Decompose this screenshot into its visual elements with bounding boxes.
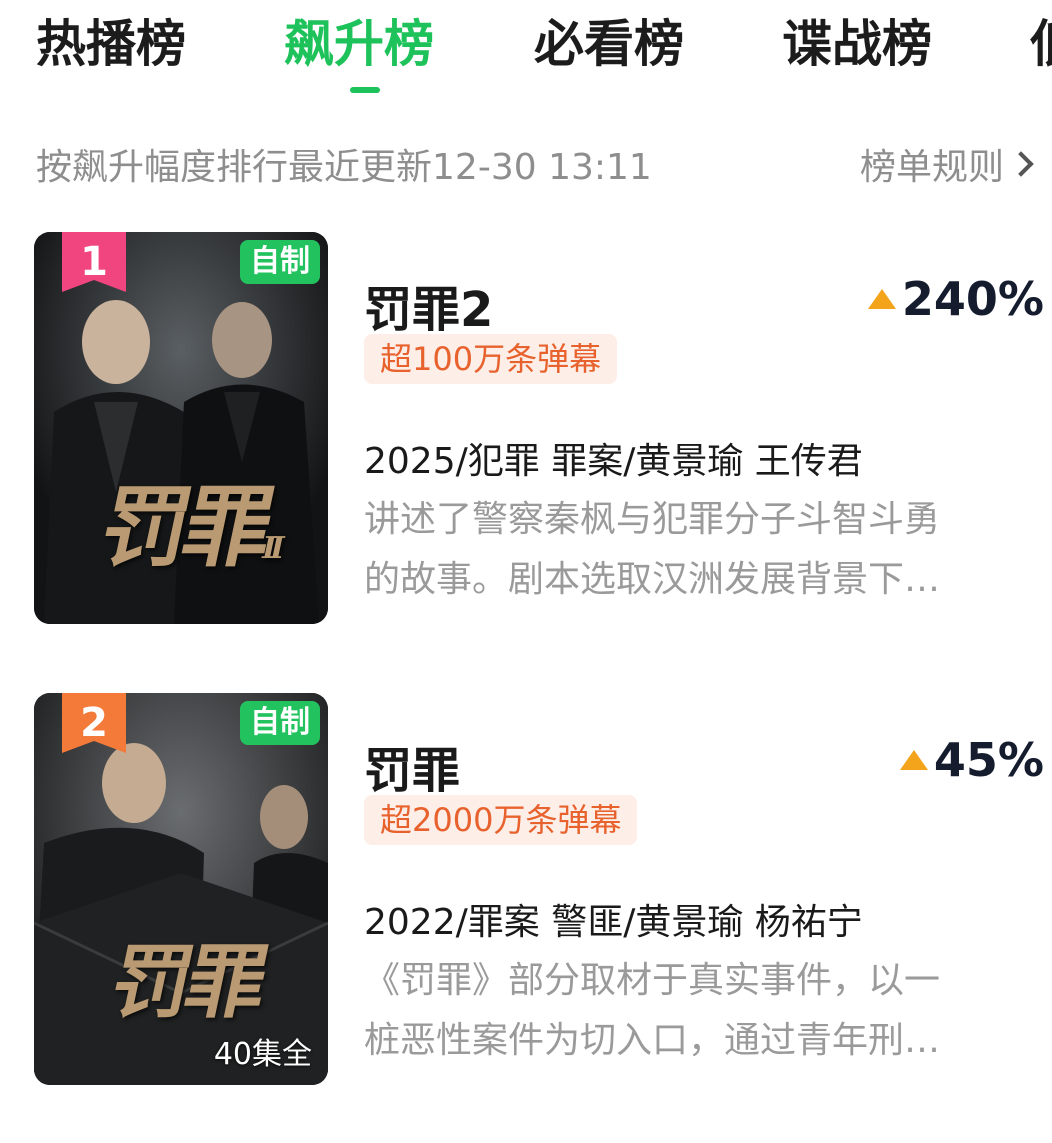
tab-hot[interactable]: 热播榜 <box>36 12 186 76</box>
description-line: 桩恶性案件为切入口，通过青年刑… <box>364 1020 941 1061</box>
rules-link[interactable]: 榜单规则 <box>859 138 1034 190</box>
item-title[interactable]: 罚罪 <box>364 731 460 801</box>
danmaku-badge: 超100万条弹幕 <box>364 334 618 384</box>
sort-info: 按飙升幅度排行最近更新12-30 13:11 <box>36 138 652 190</box>
rules-link-label: 榜单规则 <box>859 147 1004 188</box>
self-produced-badge: 自制 <box>240 240 320 284</box>
tab-spy[interactable]: 谍战榜 <box>782 12 932 76</box>
poster-logo: 罚罪 <box>102 935 271 1029</box>
updated-label: 最近更新12-30 13:11 <box>288 147 652 188</box>
sort-label: 按飙升幅度排行 <box>36 147 289 188</box>
episode-count: 40集全 <box>213 1037 312 1072</box>
description-line: 《罚罪》部分取材于真实事件，以一 <box>364 960 941 1001</box>
triangle-up-icon <box>867 289 896 309</box>
rise-value: 240% <box>901 272 1044 326</box>
list-item[interactable]: 罚罪 2 自制 40集全 罚罪 45% 超2000万条弹幕 2022/罪案 警匪… <box>0 693 1052 1093</box>
description-line: 讲述了警察秦枫与犯罪分子斗智斗勇 <box>364 499 941 540</box>
list-item[interactable]: 罚罪II 1 自制 罚罪2 240% 超100万条弹幕 2025/犯罪 罪案/黄… <box>0 232 1052 632</box>
tab-partial[interactable]: 低 <box>1030 12 1052 76</box>
triangle-up-icon <box>899 750 928 770</box>
poster-image[interactable]: 罚罪II 1 自制 <box>34 232 328 624</box>
description-line: 的故事。剧本选取汉洲发展背景下… <box>364 559 941 600</box>
item-title[interactable]: 罚罪2 <box>364 270 493 340</box>
rise-indicator: 45% <box>899 733 1044 787</box>
poster-logo: 罚罪II <box>91 475 282 579</box>
tab-must-watch[interactable]: 必看榜 <box>534 12 684 76</box>
tab-rising[interactable]: 飙升榜 <box>284 12 434 76</box>
active-tab-indicator <box>350 87 380 93</box>
rise-value: 45% <box>933 733 1044 787</box>
ranking-tabs: 热播榜 飙升榜 必看榜 谍战榜 低 <box>0 0 1052 100</box>
list-subheader: 按飙升幅度排行最近更新12-30 13:11 榜单规则 <box>0 130 1052 190</box>
poster-image[interactable]: 罚罪 2 自制 40集全 <box>34 693 328 1085</box>
item-meta: 2025/犯罪 罪案/黄景瑜 王传君 <box>364 441 863 482</box>
item-description: 《罚罪》部分取材于真实事件，以一 桩恶性案件为切入口，通过青年刑… <box>364 951 1036 1071</box>
rise-indicator: 240% <box>867 272 1044 326</box>
chevron-right-icon <box>1008 151 1034 177</box>
item-meta: 2022/罪案 警匪/黄景瑜 杨祐宁 <box>364 902 863 943</box>
self-produced-badge: 自制 <box>240 701 320 745</box>
item-description: 讲述了警察秦枫与犯罪分子斗智斗勇 的故事。剧本选取汉洲发展背景下… <box>364 490 1036 610</box>
danmaku-badge: 超2000万条弹幕 <box>364 795 638 845</box>
